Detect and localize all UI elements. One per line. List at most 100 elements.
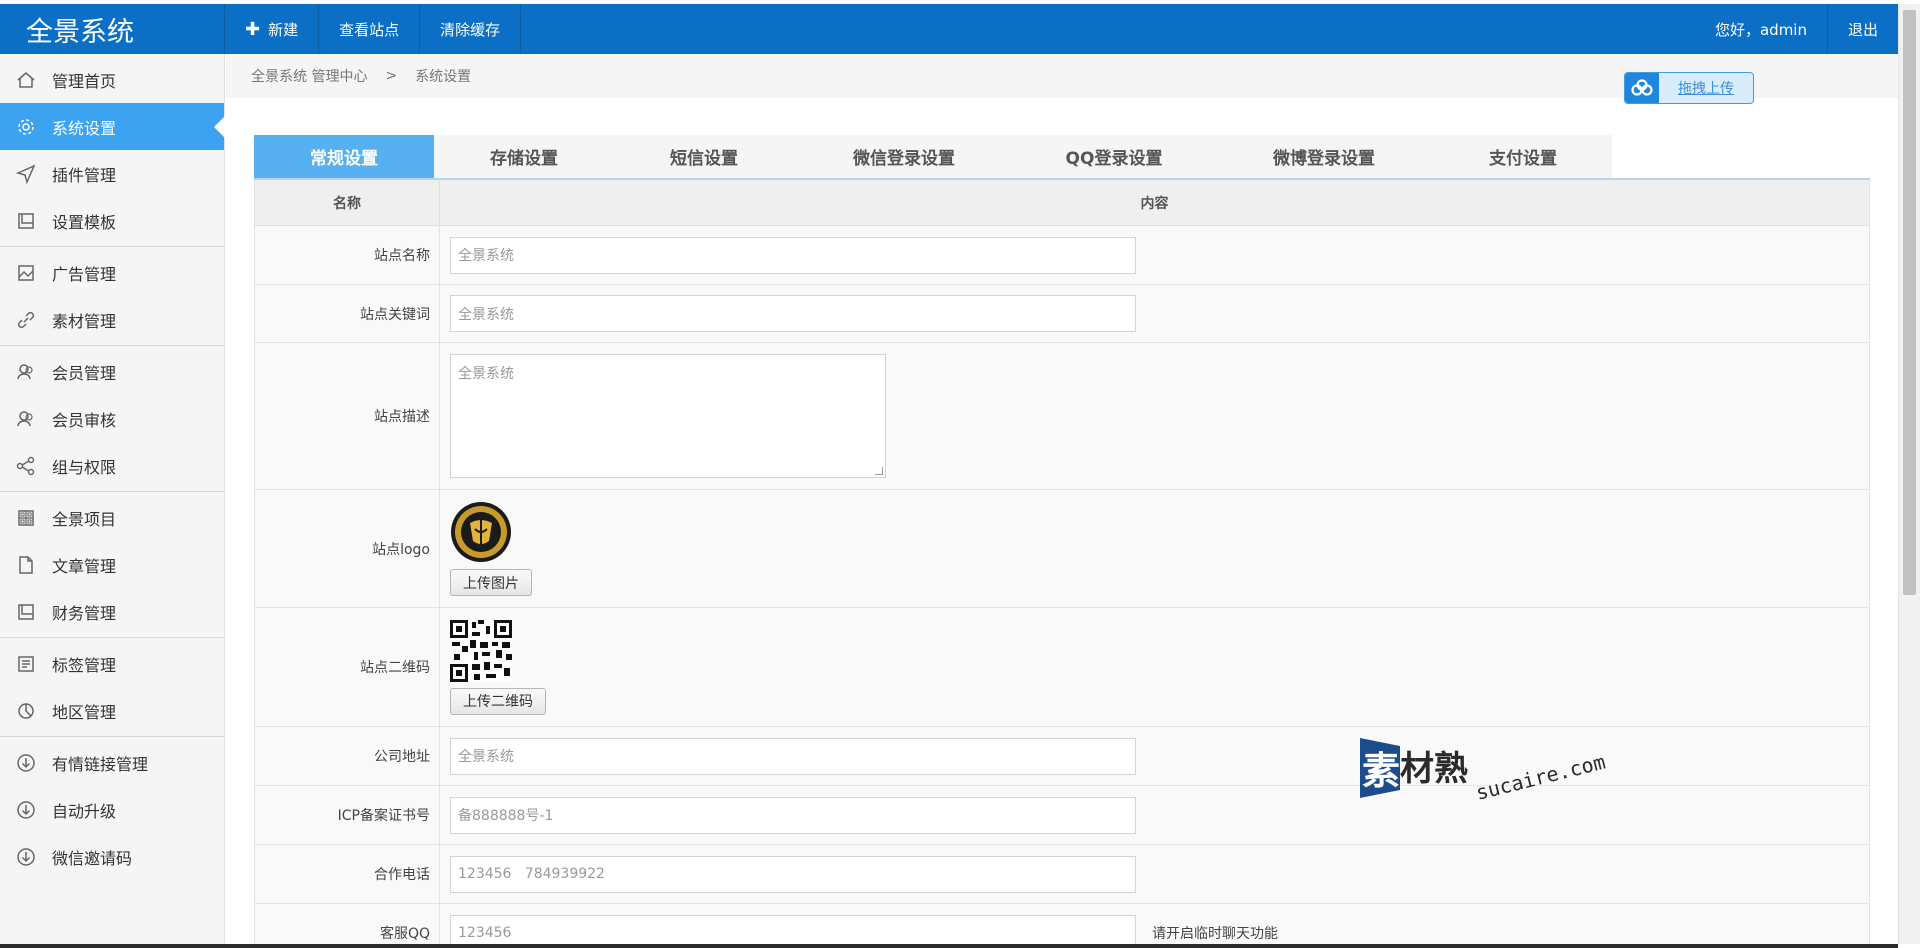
sidebar-item-wechat-invite[interactable]: 微信邀请码 [0,833,224,880]
sidebar-item-label: 广告管理 [52,264,117,284]
top-right: 您好，admin 退出 [1695,4,1898,54]
drag-upload-button[interactable]: 拖拽上传 [1624,72,1754,104]
tab-general[interactable]: 常规设置 [254,135,434,178]
site-name-cell: 全景系统 [440,226,1869,284]
tab-wechat-login[interactable]: 微信登录设置 [794,135,1014,178]
tab-storage[interactable]: 存储设置 [434,135,614,178]
sidebar-item-label: 地区管理 [52,702,117,722]
new-label: 新建 [268,20,299,39]
user-greeting: 您好，admin [1714,20,1807,39]
sidebar-item-label: 设置模板 [52,212,117,232]
sidebar-item-tags[interactable]: 标签管理 [0,640,224,687]
sidebar-group: 全景项目 文章管理 财务管理 [0,492,224,638]
watermark-graphic: 素 材熟 sucaire.com [1360,738,1608,805]
site-keywords-input[interactable]: 全景系统 [450,295,1136,332]
tab-sms[interactable]: 短信设置 [614,135,794,178]
table-row: 合作电话 123456 784939922 [255,845,1869,904]
sidebar-item-label: 会员审核 [52,410,117,430]
sidebar: 管理首页 系统设置 插件管理 设置模板 广告管理 素材管理 会员管理 会员审核 … [0,54,225,944]
site-name-label: 站点名称 [255,226,440,284]
site-desc-label: 站点描述 [255,343,440,489]
qq-hint: 请开启临时聊天功能 [1152,926,1278,942]
sidebar-item-permissions[interactable]: 组与权限 [0,442,224,489]
sidebar-item-home[interactable]: 管理首页 [0,56,224,103]
sidebar-item-system-settings[interactable]: 系统设置 [0,103,225,150]
sidebar-item-friend-links[interactable]: 有情链接管理 [0,739,224,786]
book-icon [16,602,36,622]
sidebar-item-projects[interactable]: 全景项目 [0,494,224,541]
sidebar-group: 标签管理 地区管理 [0,638,224,737]
sidebar-item-members[interactable]: 会员管理 [0,348,224,395]
qq-input[interactable]: 123456 [450,914,1136,948]
table-row: 客服QQ 123456 请开启临时聊天功能 [255,904,1869,948]
site-desc-cell: 全景系统 [440,343,1869,489]
clear-cache-link[interactable]: 清除缓存 [420,4,522,54]
sidebar-item-label: 文章管理 [52,556,117,576]
upload-image-button[interactable]: 上传图片 [450,569,532,596]
file-icon [16,555,36,575]
phone-label: 合作电话 [255,845,440,903]
sidebar-item-auto-upgrade[interactable]: 自动升级 [0,786,224,833]
site-logo-media: 上传图片 [450,501,532,596]
table-row: 站点二维码 上传二维码 [255,608,1869,727]
users-icon [16,362,36,382]
sidebar-item-materials[interactable]: 素材管理 [0,296,224,343]
phone-input[interactable]: 123456 784939922 [450,855,1136,893]
sidebar-item-ads[interactable]: 广告管理 [0,249,224,296]
scrollbar-thumb[interactable] [1903,10,1916,595]
table-row: 公司地址 全景系统 [255,727,1869,786]
users-icon [16,409,36,429]
sidebar-item-finance[interactable]: 财务管理 [0,588,224,635]
icp-label: ICP备案证书号 [255,786,440,844]
sidebar-item-articles[interactable]: 文章管理 [0,541,224,588]
new-button[interactable]: ✚ 新建 [225,4,320,54]
view-site-link[interactable]: 查看站点 [319,4,421,54]
address-input[interactable]: 全景系统 [450,737,1136,775]
sidebar-item-plugins[interactable]: 插件管理 [0,150,224,197]
table-row: 站点关键词 全景系统 [255,285,1869,343]
site-desc-textarea[interactable]: 全景系统 [450,354,886,478]
upload-qr-button[interactable]: 上传二维码 [450,687,546,715]
site-keywords-cell: 全景系统 [440,285,1869,342]
sidebar-item-label: 标签管理 [52,655,117,675]
site-qr-label: 站点二维码 [255,608,440,726]
tab-strip: 常规设置 存储设置 短信设置 微信登录设置 QQ登录设置 微博登录设置 支付设置 [254,135,1612,178]
site-name-input[interactable]: 全景系统 [450,236,1136,274]
sidebar-item-templates[interactable]: 设置模板 [0,197,224,244]
share-icon [16,456,36,476]
settings-form-table: 名称 内容 站点名称 全景系统 站点关键词 全景系统 站点描述 全景系统 站点l… [254,180,1870,948]
vertical-scrollbar[interactable] [1898,4,1920,944]
qq-label: 客服QQ [255,904,440,948]
gear-icon [16,117,36,137]
tab-qq-login[interactable]: QQ登录设置 [1014,135,1214,178]
phone-cell: 123456 784939922 [440,845,1869,903]
send-icon [16,164,36,184]
sidebar-item-label: 会员管理 [52,363,117,383]
sidebar-item-regions[interactable]: 地区管理 [0,687,224,734]
table-row: 站点logo 上传图片 [255,490,1869,608]
sidebar-group: 有情链接管理 自动升级 微信邀请码 [0,737,224,882]
sidebar-group: 会员管理 会员审核 组与权限 [0,346,224,492]
tab-weibo-login[interactable]: 微博登录设置 [1214,135,1434,178]
tab-payment[interactable]: 支付设置 [1434,135,1612,178]
sidebar-item-label: 管理首页 [52,71,117,91]
sidebar-item-label: 有情链接管理 [52,754,149,774]
download-icon [16,847,36,867]
sidebar-item-label: 财务管理 [52,603,117,623]
sidebar-group: 广告管理 素材管理 [0,247,224,346]
sidebar-item-label: 全景项目 [52,509,117,529]
site-qr-cell: 上传二维码 [440,608,1869,726]
settings-tabs: 常规设置 存储设置 短信设置 微信登录设置 QQ登录设置 微博登录设置 支付设置 [254,135,1870,180]
resize-grip-icon[interactable] [875,467,883,475]
logout-link[interactable]: 退出 [1826,4,1898,54]
image-icon [16,263,36,283]
icp-input[interactable]: 备888888号-1 [450,796,1136,834]
top-nav: ✚ 新建 查看站点 清除缓存 [225,4,522,54]
breadcrumb-root[interactable]: 全景系统 管理中心 [251,66,367,86]
sidebar-item-label: 组与权限 [52,457,117,477]
app-logo[interactable]: 全景系统 [0,4,225,54]
watermark: 素 材熟 sucaire.com [1360,728,1610,808]
site-logo-image [451,502,511,562]
sidebar-item-member-review[interactable]: 会员审核 [0,395,224,442]
header-content: 内容 [1140,195,1169,212]
